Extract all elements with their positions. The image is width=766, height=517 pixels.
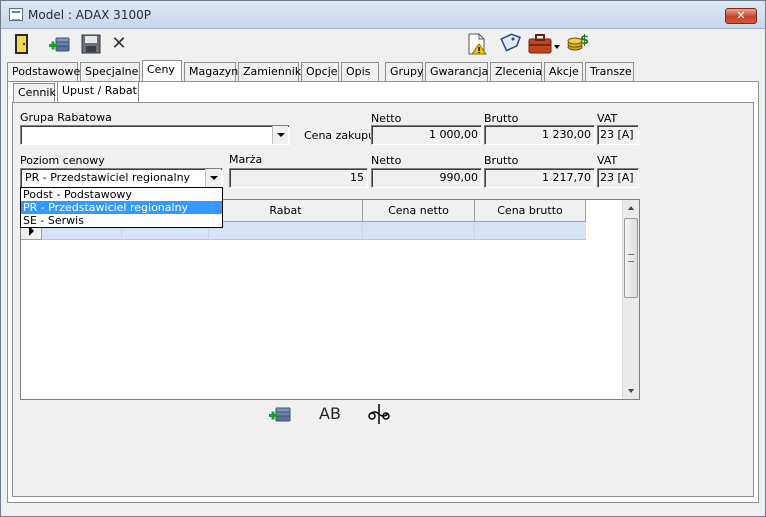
grid-header-rabat[interactable]: Rabat xyxy=(209,200,363,222)
svg-text:$: $ xyxy=(580,33,589,48)
exit-door-icon[interactable] xyxy=(11,32,35,56)
scroll-down-icon[interactable] xyxy=(623,383,639,399)
grid-vertical-scrollbar[interactable] xyxy=(622,200,639,399)
add-product-icon[interactable] xyxy=(48,32,72,56)
cena-zakupu-vat-field: 23 [A] xyxy=(597,125,639,145)
cena-zakupu-label: Cena zakupu xyxy=(304,129,376,142)
add-row-icon[interactable] xyxy=(267,402,293,426)
cena-zakupu-netto-field: 1 000,00 xyxy=(371,125,482,145)
cut-scissors-icon[interactable] xyxy=(366,402,392,426)
marza-field[interactable]: 15 xyxy=(229,168,368,188)
tab-ceny[interactable]: Ceny xyxy=(142,60,182,81)
poziom-cenowy-dropdown-button[interactable] xyxy=(205,169,221,187)
poziom-cenowy-label: Poziom cenowy xyxy=(20,154,105,167)
model-window: Model : ADAX 3100P ✕ ✕ $ Podstawowe Spec… xyxy=(0,0,766,517)
window-title: Model : ADAX 3100P xyxy=(28,8,151,22)
tag-label-icon[interactable] xyxy=(497,32,521,56)
tab-zamienniki[interactable]: Zamienniki xyxy=(238,62,304,81)
grupa-rabatowa-label: Grupa Rabatowa xyxy=(20,111,112,124)
tab-magazyn[interactable]: Magazyn xyxy=(184,62,238,81)
rabat-grid[interactable]: Rabat Cena netto Cena brutto xyxy=(20,199,640,400)
tab-upust-rabat[interactable]: Upust / Rabat xyxy=(57,81,139,102)
poziom-vat-field: 23 [A] xyxy=(597,168,639,188)
poziom-cenowy-select[interactable]: PR - Przedstawiciel regionalny xyxy=(20,168,223,188)
vat-label-1: VAT xyxy=(597,112,618,125)
vat-label-2: VAT xyxy=(597,154,618,167)
option-se[interactable]: SE - Serwis xyxy=(21,214,222,227)
brutto-label-1: Brutto xyxy=(484,112,519,125)
money-coins-icon[interactable]: $ xyxy=(566,32,590,56)
netto-label-1: Netto xyxy=(371,112,402,125)
netto-label-2: Netto xyxy=(371,154,402,167)
grid-header-cena-netto[interactable]: Cena netto xyxy=(363,200,475,222)
scroll-up-icon[interactable] xyxy=(623,200,639,216)
close-button[interactable]: ✕ xyxy=(725,8,757,24)
cena-zakupu-brutto-field: 1 230,00 xyxy=(484,125,595,145)
grupa-rabatowa-dropdown-button[interactable] xyxy=(272,126,288,144)
tab-akcje[interactable]: Akcje xyxy=(544,62,583,81)
rename-ab-icon[interactable]: AB xyxy=(317,402,343,426)
option-podst[interactable]: Podst - Podstawowy xyxy=(21,188,222,201)
tab-opcje[interactable]: Opcje xyxy=(301,62,339,81)
marza-label: Marża xyxy=(229,153,263,166)
poziom-brutto-field: 1 217,70 xyxy=(484,168,595,188)
tab-transze[interactable]: Transze xyxy=(585,62,634,81)
grupa-rabatowa-select[interactable] xyxy=(20,125,290,145)
grid-header-cena-brutto[interactable]: Cena brutto xyxy=(475,200,586,222)
tab-grupy[interactable]: Grupy xyxy=(385,62,424,81)
window-app-icon xyxy=(9,8,23,21)
tab-zlecenia[interactable]: Zlecenia xyxy=(490,62,542,81)
delete-x-icon[interactable]: ✕ xyxy=(107,32,131,56)
brutto-label-2: Brutto xyxy=(484,154,519,167)
tab-podstawowe[interactable]: Podstawowe xyxy=(7,62,80,81)
save-disk-icon[interactable] xyxy=(79,32,103,56)
warning-document-icon[interactable] xyxy=(465,32,489,56)
tab-gwarancja[interactable]: Gwarancja xyxy=(425,62,488,81)
option-pr[interactable]: PR - Przedstawiciel regionalny xyxy=(21,201,222,214)
tab-cennik[interactable]: Cennik xyxy=(13,83,56,102)
poziom-cenowy-options: Podst - Podstawowy PR - Przedstawiciel r… xyxy=(20,187,223,228)
poziom-netto-field: 990,00 xyxy=(371,168,482,188)
scroll-thumb[interactable] xyxy=(624,218,638,298)
tab-specjalne[interactable]: Specjalne xyxy=(80,62,140,81)
toolbar: ✕ $ xyxy=(1,30,765,58)
title-bar: Model : ADAX 3100P ✕ xyxy=(1,1,765,29)
briefcase-dropdown-icon[interactable] xyxy=(527,32,561,56)
tab-opis[interactable]: Opis xyxy=(341,62,379,81)
